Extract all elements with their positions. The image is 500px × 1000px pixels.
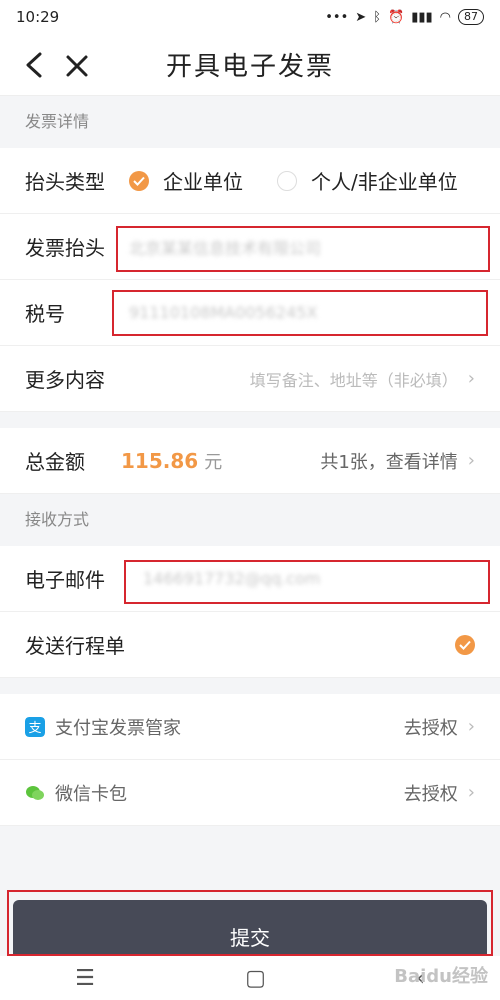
wifi-icon: ◠ — [439, 9, 451, 25]
tax-number-row: 税号 91110108MA0056245X — [0, 280, 500, 346]
menu-icon[interactable]: ☰ — [75, 966, 95, 991]
wechat-authorize-link[interactable]: 去授权 — [404, 780, 458, 806]
invoice-title-row: 发票抬头 北京某某信息技术有限公司 — [0, 214, 500, 280]
alipay-auth-row[interactable]: 支 支付宝发票管家 去授权 › — [0, 694, 500, 760]
bluetooth-icon: ᛒ — [373, 9, 381, 25]
watermark: Baidu经验 — [394, 966, 488, 987]
check-circle-icon — [455, 634, 475, 655]
invoice-type-label: 抬头类型 — [25, 170, 105, 194]
more-content-label: 更多内容 — [25, 368, 105, 392]
chevron-right-icon: › — [467, 716, 475, 737]
total-amount-value: 115.86 — [121, 448, 199, 473]
wechat-icon — [26, 785, 44, 800]
highlight-box — [7, 890, 493, 956]
alipay-auth-label: 支付宝发票管家 — [55, 717, 181, 739]
send-itinerary-label: 发送行程单 — [25, 634, 125, 658]
highlight-box — [116, 226, 490, 272]
check-circle-icon — [129, 170, 149, 191]
empty-circle-icon — [277, 170, 297, 191]
send-itinerary-checkbox[interactable] — [455, 634, 475, 655]
wechat-auth-row[interactable]: 微信卡包 去授权 › — [0, 760, 500, 826]
wechat-auth-label: 微信卡包 — [55, 783, 127, 805]
total-amount-label: 总金额 — [25, 450, 85, 474]
total-amount-unit: 元 — [204, 451, 223, 473]
tax-number-label: 税号 — [25, 302, 65, 326]
section-header-receive: 接收方式 — [0, 494, 500, 546]
submit-area: 提交 — [0, 880, 500, 960]
status-icons: ••• ➤ ᛒ ⏰ ▮▮▮ ◠ 87 — [325, 9, 484, 25]
send-itinerary-row[interactable]: 发送行程单 — [0, 612, 500, 678]
more-content-placeholder: 填写备注、地址等（非必填） — [249, 370, 458, 390]
radio-individual[interactable]: 个人/非企业单位 — [277, 166, 458, 195]
more-dots-icon: ••• — [325, 9, 349, 25]
radio-individual-label: 个人/非企业单位 — [311, 170, 458, 194]
svg-text:支: 支 — [28, 721, 41, 736]
status-time: 10:29 — [16, 8, 60, 26]
view-details-link[interactable]: 共1张，查看详情 — [320, 448, 457, 474]
chevron-right-icon: › — [467, 368, 475, 389]
back-arrow-icon[interactable] — [20, 48, 50, 82]
location-icon: ➤ — [355, 9, 367, 25]
alarm-icon: ⏰ — [388, 9, 405, 25]
home-icon[interactable]: ▢ — [245, 966, 266, 991]
alipay-icon: 支 — [25, 716, 45, 737]
section-gap — [0, 412, 500, 428]
status-bar: 10:29 ••• ➤ ᛒ ⏰ ▮▮▮ ◠ 87 — [0, 0, 500, 34]
radio-enterprise[interactable]: 企业单位 — [129, 166, 243, 195]
email-row: 电子邮件 1466917732@qq.com — [0, 546, 500, 612]
invoice-type-row: 抬头类型 企业单位 个人/非企业单位 — [0, 148, 500, 214]
alipay-authorize-link[interactable]: 去授权 — [404, 714, 458, 740]
total-amount-row[interactable]: 总金额 115.86 元 共1张，查看详情 › — [0, 428, 500, 494]
signal-icon: ▮▮▮ — [411, 9, 433, 25]
radio-enterprise-label: 企业单位 — [163, 170, 243, 194]
more-content-row[interactable]: 更多内容 填写备注、地址等（非必填） › — [0, 346, 500, 412]
close-icon[interactable] — [62, 48, 92, 82]
chevron-right-icon: › — [467, 450, 475, 471]
email-label: 电子邮件 — [25, 568, 105, 592]
chevron-right-icon: › — [467, 782, 475, 803]
battery-icon: 87 — [458, 9, 484, 25]
nav-bar: 开具电子发票 — [0, 34, 500, 96]
invoice-title-label: 发票抬头 — [25, 236, 105, 260]
highlight-box — [112, 290, 488, 336]
section-header-invoice: 发票详情 — [0, 96, 500, 148]
highlight-box — [124, 560, 490, 604]
section-gap — [0, 678, 500, 694]
